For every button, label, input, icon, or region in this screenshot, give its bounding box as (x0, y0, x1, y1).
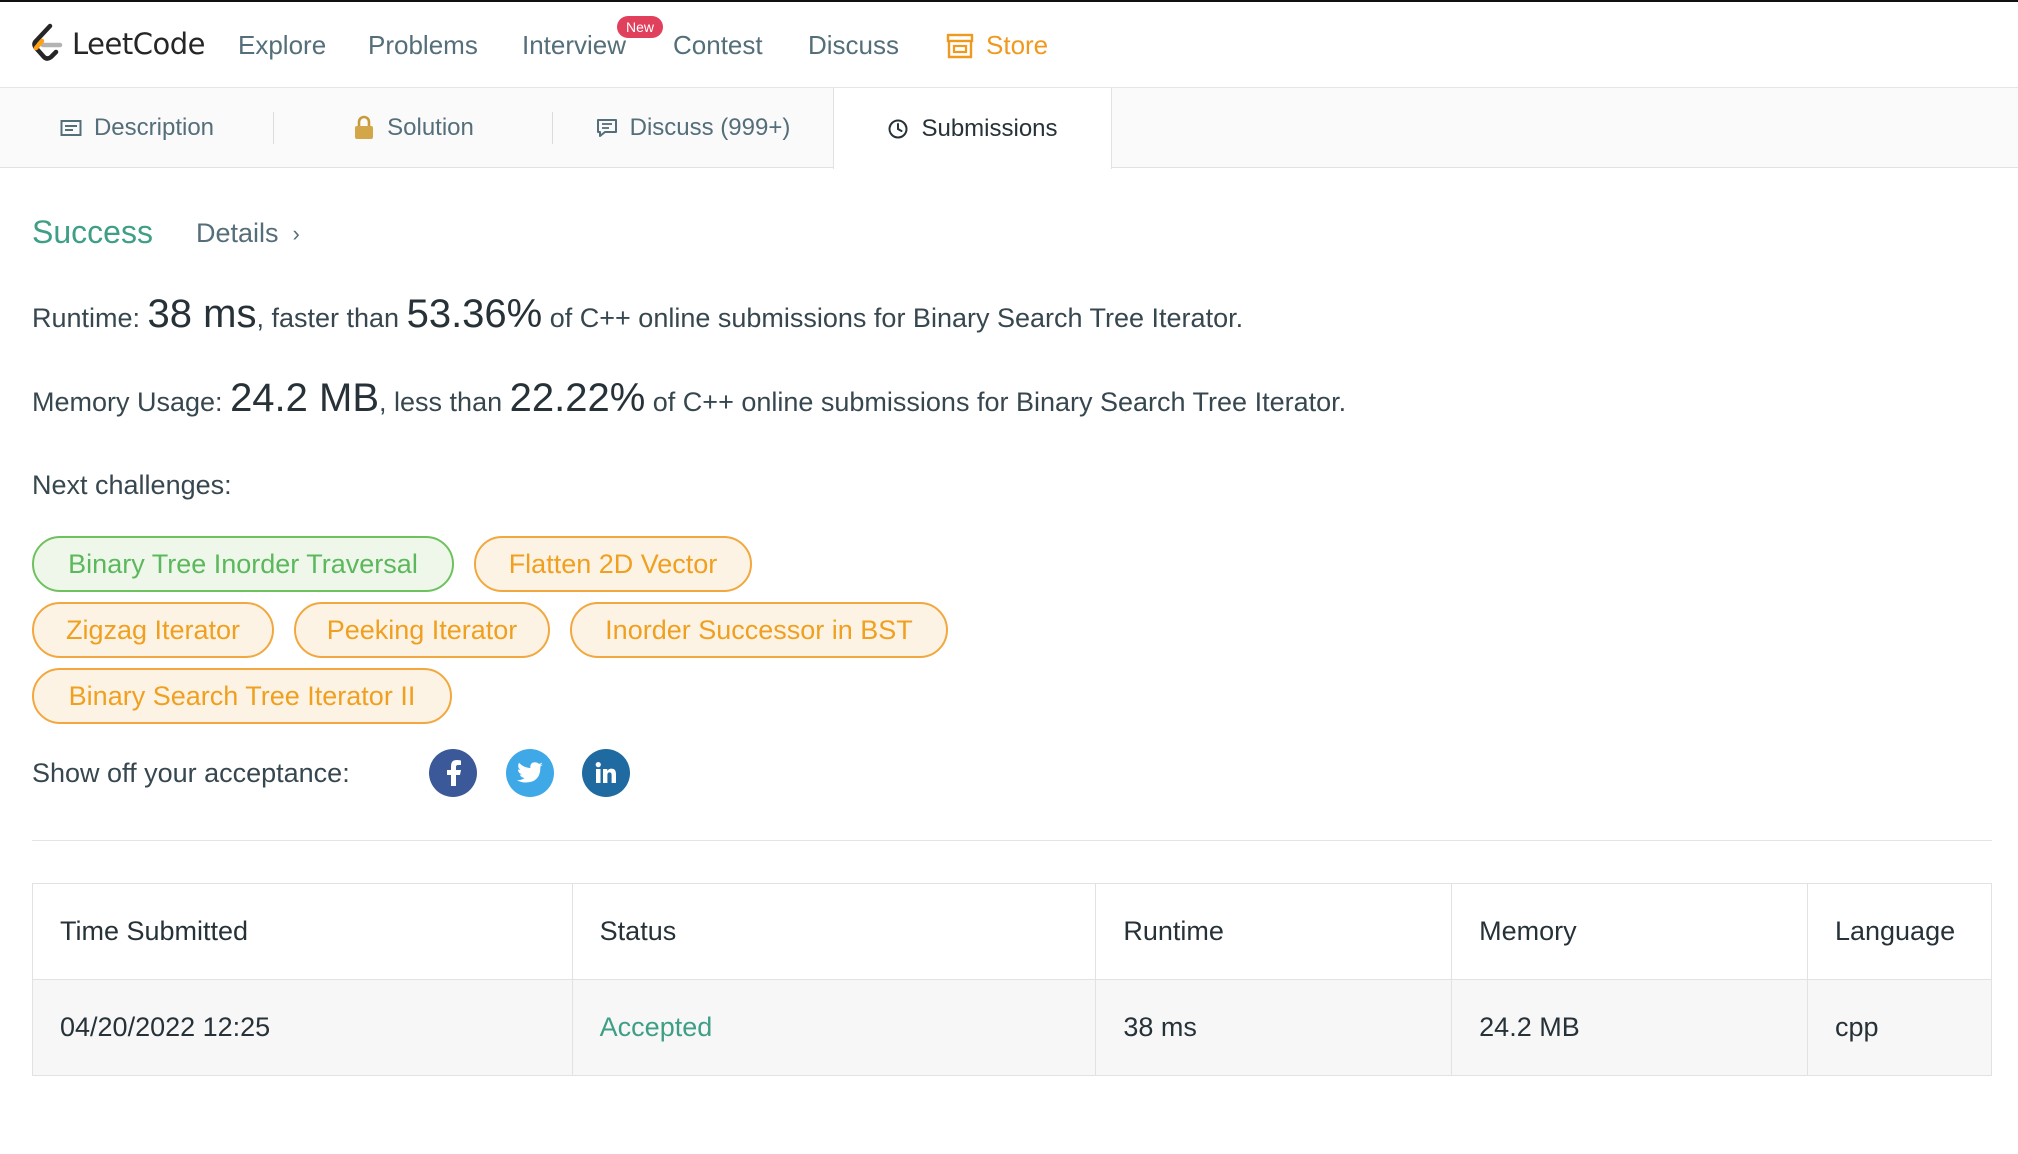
facebook-icon[interactable] (429, 749, 477, 797)
cell-language: cpp (1806, 979, 1993, 1076)
problem-tabbar: Description Solution Discuss (999+) Subm… (0, 88, 2018, 169)
cell-status[interactable]: Accepted (571, 979, 1097, 1076)
linkedin-icon[interactable] (582, 749, 630, 797)
memory-value: 24.2 MB (230, 376, 380, 420)
nav-interview[interactable]: Interview (522, 30, 626, 61)
clock-icon (888, 119, 908, 138)
top-navbar: LeetCode Explore Problems Interview New … (0, 0, 2018, 88)
details-link[interactable]: Details › (196, 218, 300, 249)
col-status[interactable]: Status (571, 883, 1097, 980)
nav-contest[interactable]: Contest (673, 30, 763, 61)
table-header-row: Time Submitted Status Runtime Memory Lan… (32, 883, 1993, 980)
memory-label: Memory Usage: (32, 387, 231, 417)
new-badge: New (617, 16, 664, 38)
runtime-stat: Runtime: 38 ms, faster than 53.36% of C+… (32, 292, 1243, 337)
nav-store[interactable]: Store (946, 30, 1048, 61)
tab-label: Description (93, 114, 215, 141)
runtime-mid: , faster than (256, 303, 407, 333)
store-icon (946, 33, 974, 58)
next-challenges-label: Next challenges: (32, 470, 232, 500)
nav-discuss[interactable]: Discuss (808, 30, 899, 61)
cell-runtime: 38 ms (1095, 979, 1453, 1076)
comment-icon (596, 119, 617, 137)
description-icon (60, 120, 82, 136)
store-label: Store (986, 30, 1049, 60)
tab-label: Discuss (999+) (629, 114, 791, 141)
memory-stat: Memory Usage: 24.2 MB, less than 22.22% … (32, 376, 1346, 421)
col-memory[interactable]: Memory (1451, 883, 1808, 980)
tab-label: Submissions (921, 114, 1058, 142)
table-row[interactable]: 04/20/2022 12:25 Accepted 38 ms 24.2 MB … (32, 979, 1993, 1076)
twitter-icon[interactable] (506, 749, 554, 797)
tab-label: Solution (387, 114, 474, 141)
memory-suffix: of C++ online submissions for Binary Sea… (645, 387, 1347, 417)
tab-description[interactable]: Description (0, 88, 274, 168)
memory-mid: , less than (379, 387, 510, 417)
tab-solution[interactable]: Solution (274, 88, 553, 168)
runtime-label: Runtime: (32, 303, 148, 333)
col-time-submitted[interactable]: Time Submitted (32, 883, 573, 980)
nav-problems[interactable]: Problems (368, 30, 478, 61)
runtime-value: 38 ms (147, 292, 257, 336)
col-language[interactable]: Language (1806, 883, 1993, 980)
lock-icon (355, 115, 374, 139)
share-label: Show off your acceptance: (32, 758, 350, 788)
challenge-pill[interactable]: Peeking Iterator (294, 602, 550, 658)
runtime-percent: 53.36% (406, 292, 543, 336)
runtime-suffix: of C++ online submissions for Binary Sea… (542, 303, 1244, 333)
submissions-table: Time Submitted Status Runtime Memory Lan… (32, 883, 1993, 1076)
result-status: Success (32, 214, 153, 250)
challenge-pill[interactable]: Zigzag Iterator (32, 602, 274, 658)
logo-text: LeetCode (72, 27, 205, 61)
leetcode-logo[interactable]: LeetCode (30, 22, 205, 66)
challenge-pill[interactable]: Binary Search Tree Iterator II (32, 668, 452, 724)
tab-submissions[interactable]: Submissions (833, 88, 1112, 169)
challenge-pill[interactable]: Binary Tree Inorder Traversal (32, 536, 454, 592)
cell-memory: 24.2 MB (1451, 979, 1808, 1076)
challenge-pill[interactable]: Inorder Successor in BST (570, 602, 948, 658)
col-runtime[interactable]: Runtime (1095, 883, 1453, 980)
challenge-pill[interactable]: Flatten 2D Vector (474, 536, 752, 592)
nav-explore[interactable]: Explore (238, 30, 326, 61)
section-divider (32, 840, 1992, 841)
tab-discuss[interactable]: Discuss (999+) (553, 88, 833, 168)
details-label: Details (196, 218, 279, 248)
chevron-right-icon: › (292, 220, 300, 246)
leetcode-logo-icon (32, 23, 63, 61)
memory-percent: 22.22% (509, 376, 646, 420)
cell-time: 04/20/2022 12:25 (32, 979, 573, 1076)
